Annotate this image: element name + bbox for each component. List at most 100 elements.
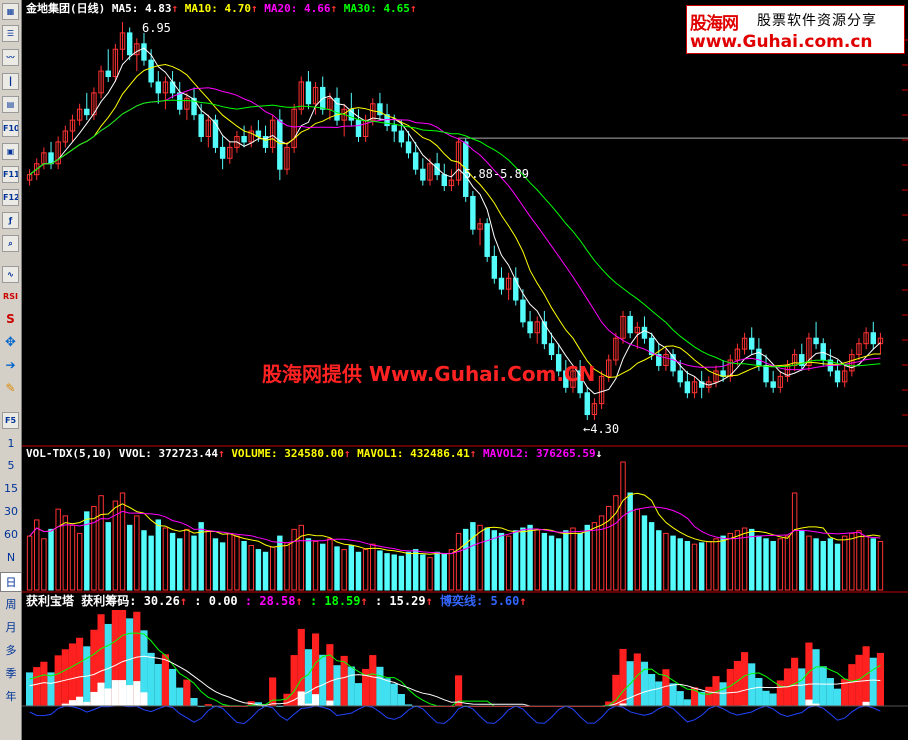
candle-body	[627, 315, 633, 334]
profit-bar	[640, 661, 649, 706]
vvol-arrow: ↑	[218, 447, 225, 460]
profit-white-bar	[118, 680, 127, 706]
line-chart-icon[interactable]: 〰	[2, 49, 19, 66]
profit-white-bar	[297, 691, 305, 706]
period-60[interactable]: 60	[0, 525, 22, 545]
volume-bar	[677, 538, 683, 591]
volume-bar	[856, 530, 862, 591]
candle-body	[148, 59, 154, 83]
volume-bar	[377, 550, 383, 591]
volume-bar	[734, 530, 741, 591]
zoom-icon[interactable]: ⌕	[2, 235, 19, 252]
profit-bar	[848, 664, 856, 706]
volume-bar	[577, 532, 583, 591]
period-5[interactable]: 5	[0, 456, 22, 476]
candle-body	[420, 168, 426, 181]
volume-bar	[41, 538, 47, 591]
volume-bar	[634, 508, 641, 591]
volume-bar	[527, 524, 533, 591]
candle-body	[513, 277, 519, 301]
period-season[interactable]: 季	[0, 664, 22, 684]
rsi-icon[interactable]: RSI	[2, 289, 19, 306]
profit-bar	[40, 661, 48, 706]
volume-bar	[48, 528, 54, 591]
period-day[interactable]: 日	[0, 572, 22, 592]
period-n[interactable]: N	[0, 548, 22, 568]
candle-body	[405, 141, 412, 154]
profit-bar	[669, 683, 677, 706]
period-year[interactable]: 年	[0, 687, 22, 707]
formula-icon[interactable]: ƒ	[2, 212, 19, 229]
profit-white-bar	[76, 696, 84, 706]
candle-body	[84, 108, 90, 116]
volume-bar	[126, 524, 133, 591]
candle-body	[412, 152, 419, 170]
volume-bar	[341, 549, 347, 591]
volume-bar	[455, 532, 462, 591]
move-icon[interactable]: ✥	[2, 335, 19, 352]
volume-bar	[26, 535, 33, 591]
volume-bar	[777, 538, 784, 591]
volume-bar	[756, 535, 762, 591]
profit-bar	[326, 644, 334, 706]
profit-bar	[798, 668, 806, 706]
wave-icon[interactable]: ∿	[2, 266, 19, 283]
period-month[interactable]: 月	[0, 618, 22, 638]
volume-bar	[784, 535, 791, 591]
volume-bar	[298, 524, 304, 591]
candle-icon[interactable]: ┃	[2, 73, 19, 90]
volume-bar	[441, 553, 447, 591]
volume-bar	[820, 540, 826, 591]
period-multi[interactable]: 多	[0, 641, 22, 661]
profit-bar	[755, 678, 763, 706]
volume-arrow: ↑	[343, 447, 351, 460]
volume-bar	[505, 535, 512, 591]
book-icon[interactable]: ▤	[2, 96, 19, 113]
f11-icon[interactable]: F11	[2, 166, 19, 183]
high-price-label: 6.95	[142, 21, 171, 35]
s-icon[interactable]: S	[2, 312, 19, 329]
volume-bar	[205, 530, 212, 591]
profit-bar	[54, 655, 62, 706]
volume-bar	[641, 515, 648, 591]
f10-icon[interactable]: F10	[2, 120, 19, 137]
period-30[interactable]: 30	[0, 502, 22, 522]
profit-v5: 博奕线: 5.60	[440, 594, 520, 608]
period-15[interactable]: 15	[0, 479, 22, 499]
volume-bar	[670, 535, 676, 591]
profit-white-bar	[104, 688, 112, 706]
calc-icon[interactable]: ▣	[2, 143, 19, 160]
candle-body	[219, 146, 226, 159]
volume-bar	[69, 524, 76, 591]
profit-bar	[833, 688, 842, 706]
profit-white-bar	[862, 701, 870, 706]
f12-icon[interactable]: F12	[2, 189, 19, 206]
candle-body	[355, 119, 362, 137]
volume-bar	[169, 532, 176, 591]
profit-v4: : 15.29	[374, 594, 426, 608]
profit-bar	[319, 654, 327, 706]
period-1[interactable]: 1	[0, 434, 22, 454]
export-icon[interactable]: ➔	[2, 358, 19, 375]
watermark-text: 股海网提供 Www.Guhai.Com.CN	[262, 362, 596, 386]
profit-bar	[369, 655, 377, 706]
grid-icon[interactable]: ▦	[2, 3, 19, 20]
candle-body	[155, 81, 161, 94]
site-logo: 股海网 股票软件资源分享 www.Guhai.com.cn	[686, 5, 905, 54]
candle-body	[834, 370, 841, 383]
volume-bar	[770, 540, 776, 591]
profit-bar	[376, 666, 384, 706]
volume-bar	[420, 554, 426, 591]
table-icon[interactable]: ☰	[2, 25, 19, 42]
f5-icon[interactable]: F5	[2, 412, 19, 429]
ma30-arrow: ↑	[409, 2, 417, 15]
pencil-icon[interactable]: ✎	[2, 381, 19, 398]
period-week[interactable]: 周	[0, 595, 22, 615]
profit-white-bar	[140, 692, 148, 706]
logo-name: 股海网	[690, 14, 739, 34]
volume-bar	[477, 524, 483, 591]
mavol1-arrow: ↑	[469, 447, 477, 460]
volume-bar	[591, 522, 598, 591]
profit-bar	[612, 674, 620, 706]
volume-bar	[763, 538, 769, 591]
